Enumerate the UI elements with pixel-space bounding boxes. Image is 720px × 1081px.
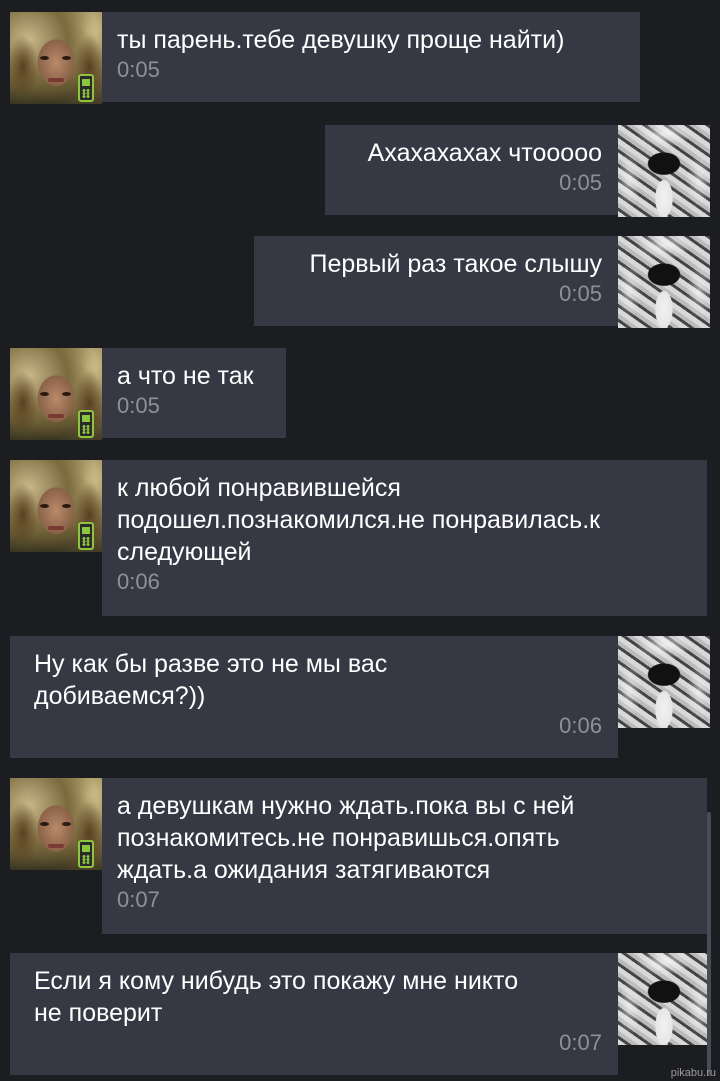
- incoming-message-bubble[interactable]: к любой понравившейся подошел.познакомил…: [102, 460, 707, 616]
- incoming-message-bubble[interactable]: а что не так 0:05: [102, 348, 286, 438]
- message-time: 0:05: [117, 57, 160, 82]
- outgoing-message-bubble[interactable]: Ну как бы разве это не мы вас добиваемся…: [10, 636, 618, 758]
- mobile-phone-icon: [78, 74, 94, 102]
- scrollbar[interactable]: [707, 812, 711, 1076]
- message-text: Ну как бы разве это не мы вас добиваемся…: [34, 650, 388, 710]
- mobile-phone-icon: [78, 522, 94, 550]
- outgoing-message-bubble[interactable]: Если я кому нибудь это покажу мне никто …: [10, 953, 618, 1075]
- message-time: 0:06: [117, 569, 160, 594]
- message-text: ты парень.тебе девушку проще найти): [117, 26, 565, 54]
- my-avatar[interactable]: [618, 236, 710, 328]
- outgoing-message-bubble[interactable]: Первый раз такое слышу 0:05: [254, 236, 618, 326]
- message-time: 0:06: [559, 713, 602, 738]
- message-text: Если я кому нибудь это покажу мне никто …: [34, 967, 519, 1027]
- message-time: 0:07: [559, 1030, 602, 1055]
- mobile-phone-icon: [78, 840, 94, 868]
- watermark: pikabu.ru: [670, 1067, 716, 1079]
- mobile-phone-icon: [78, 410, 94, 438]
- contact-avatar[interactable]: [10, 778, 102, 870]
- my-avatar[interactable]: [618, 953, 710, 1045]
- message-text: Первый раз такое слышу: [309, 250, 602, 278]
- message-text: Ахахахахах чтооооо: [367, 139, 602, 167]
- message-text: к любой понравившейся подошел.познакомил…: [117, 474, 601, 566]
- outgoing-message-bubble[interactable]: Ахахахахах чтооооо 0:05: [325, 125, 618, 215]
- my-avatar[interactable]: [618, 636, 710, 728]
- message-time: 0:05: [117, 393, 160, 418]
- message-text: а что не так: [117, 362, 254, 390]
- message-text: а девушкам нужно ждать.пока вы с ней поз…: [117, 792, 575, 884]
- my-avatar[interactable]: [618, 125, 710, 217]
- incoming-message-bubble[interactable]: а девушкам нужно ждать.пока вы с ней поз…: [102, 778, 707, 934]
- incoming-message-bubble[interactable]: ты парень.тебе девушку проще найти) 0:05: [102, 12, 640, 102]
- message-time: 0:05: [559, 170, 602, 195]
- contact-avatar[interactable]: [10, 12, 102, 104]
- message-time: 0:05: [559, 281, 602, 306]
- message-time: 0:07: [117, 887, 160, 912]
- contact-avatar[interactable]: [10, 348, 102, 440]
- contact-avatar[interactable]: [10, 460, 102, 552]
